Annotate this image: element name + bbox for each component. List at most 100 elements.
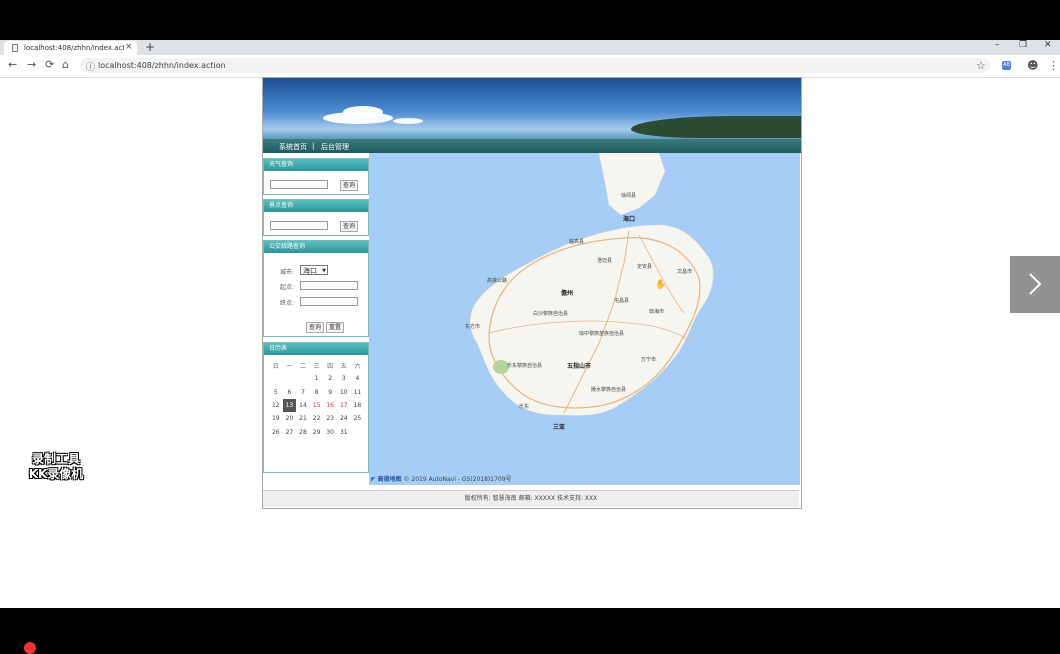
calendar-day[interactable]: 16 xyxy=(323,399,337,412)
calendar-day[interactable]: 26 xyxy=(269,425,283,438)
header-banner: 系统首页 | 后台管理 xyxy=(263,78,801,153)
tab-strip: localhost:408/zhhn/index.action × + – ❐ … xyxy=(0,40,1060,55)
url-text[interactable]: localhost:408/zhhn/index.action xyxy=(98,61,226,70)
scenic-panel: 景点查询 查询 xyxy=(263,199,369,236)
new-tab-button[interactable]: + xyxy=(145,40,155,54)
map-label-qionghai: 琼海市 xyxy=(649,309,665,315)
weather-panel: 天气查询 查询 xyxy=(263,158,369,195)
calendar-day[interactable]: 2 xyxy=(323,372,337,385)
info-icon[interactable]: ⓘ xyxy=(86,60,95,73)
calendar-empty-cell xyxy=(351,425,365,438)
browser-window: localhost:408/zhhn/index.action × + – ❐ … xyxy=(0,40,1060,608)
calendar-day[interactable]: 14 xyxy=(296,399,310,412)
browser-tab[interactable]: localhost:408/zhhn/index.action × xyxy=(4,41,137,55)
calendar-empty-cell xyxy=(269,372,283,385)
address-bar[interactable]: ⓘ localhost:408/zhhn/index.action ☆ xyxy=(80,58,990,73)
calendar-day[interactable]: 18 xyxy=(351,399,365,412)
city-select[interactable]: 海口 ▼ xyxy=(300,265,328,275)
bus-panel: 公交线路查询 城市: 海口 ▼ 起点: 终点: 查询 重置 xyxy=(263,240,369,337)
nav-separator: | xyxy=(312,142,315,150)
calendar-day[interactable]: 11 xyxy=(351,386,365,399)
calendar-day[interactable]: 27 xyxy=(283,425,297,438)
calendar-day[interactable]: 20 xyxy=(283,412,297,425)
weather-input[interactable] xyxy=(270,180,328,189)
map-label-lingao: 临高县 xyxy=(569,239,585,245)
calendar-day[interactable]: 5 xyxy=(269,386,283,399)
end-label: 终点: xyxy=(280,300,295,307)
sidebar: 天气查询 查询 景点查询 查询 公交线路查询 城市: 海口 ▼ 起点: 终点: 查… xyxy=(263,153,369,473)
calendar-day[interactable]: 3 xyxy=(337,372,351,385)
calendar-day[interactable]: 23 xyxy=(323,412,337,425)
calendar-day[interactable]: 4 xyxy=(351,372,365,385)
calendar-day[interactable]: 24 xyxy=(337,412,351,425)
top-nav: 系统首页 | 后台管理 xyxy=(263,139,801,153)
amap-logo-icon: ◤ xyxy=(371,476,376,483)
calendar-day[interactable]: 29 xyxy=(310,425,324,438)
bookmark-star-icon[interactable]: ☆ xyxy=(976,59,986,72)
calendar-week: 5 6 7 8 9 10 11 xyxy=(269,386,364,399)
calendar-empty-cell xyxy=(283,372,297,385)
map-label-dongfang: 东方市 xyxy=(465,324,481,330)
calendar-day[interactable]: 30 xyxy=(323,425,337,438)
map-label-dingan: 定安县 xyxy=(637,264,653,270)
map-view[interactable]: 徐闻县 海口 临高县 澄迈县 定安县 文昌市 高速公路 儋州 屯昌县 白沙黎族自… xyxy=(369,153,800,485)
nav-admin-link[interactable]: 后台管理 xyxy=(321,142,349,152)
weather-query-button[interactable]: 查询 xyxy=(340,180,359,191)
map-label-highway: 高速公路 xyxy=(487,278,508,284)
profile-icon[interactable]: ☻ xyxy=(1027,59,1038,72)
start-input[interactable] xyxy=(300,281,358,290)
browser-toolbar: ← → ⟳ ⌂ ⓘ localhost:408/zhhn/index.actio… xyxy=(0,55,1060,78)
close-window-icon[interactable]: ✕ xyxy=(1044,40,1052,50)
reload-icon[interactable]: ⟳ xyxy=(45,59,54,71)
calendar-day[interactable]: 8 xyxy=(310,386,324,399)
scenic-query-button[interactable]: 查询 xyxy=(340,221,359,232)
calendar-day[interactable]: 13 xyxy=(282,398,297,413)
calendar-day[interactable]: 17 xyxy=(337,399,351,412)
calendar-day[interactable]: 1 xyxy=(310,372,324,385)
calendar-day[interactable]: 19 xyxy=(269,412,283,425)
record-indicator-icon xyxy=(24,642,36,654)
back-icon[interactable]: ← xyxy=(8,59,17,71)
menu-icon[interactable]: ⋮ xyxy=(1048,59,1059,72)
map-copyright: ◤ 高德地图 © 2019 AutoNavi - GS(2018)1709号 xyxy=(371,474,512,483)
calendar-day[interactable]: 15 xyxy=(310,399,324,412)
calendar-day[interactable]: 25 xyxy=(351,412,365,425)
island-silhouette xyxy=(631,116,801,138)
minimize-icon[interactable]: – xyxy=(995,40,1000,50)
bus-query-button[interactable]: 查询 xyxy=(306,322,325,333)
forward-icon[interactable]: → xyxy=(27,59,36,71)
calendar-day[interactable]: 21 xyxy=(296,412,310,425)
kk-watermark: 录制工具 KK录像机 xyxy=(18,452,94,482)
city-select-value: 海口 xyxy=(303,267,317,275)
map-label-qiongzhong: 琼中黎族苗族自治县 xyxy=(579,331,625,337)
calendar-weekday: 六 xyxy=(354,363,361,371)
bus-reset-button[interactable]: 重置 xyxy=(326,322,345,333)
calendar-day[interactable]: 9 xyxy=(323,386,337,399)
extension-icon[interactable]: AB xyxy=(1002,61,1011,70)
home-icon[interactable]: ⌂ xyxy=(62,59,69,71)
map-canvas[interactable] xyxy=(369,153,800,485)
calendar-day[interactable]: 28 xyxy=(296,425,310,438)
hand-cursor-icon: ✋ xyxy=(655,280,667,290)
close-tab-icon[interactable]: × xyxy=(125,42,133,52)
maximize-icon[interactable]: ❐ xyxy=(1019,40,1027,50)
weather-panel-title: 天气查询 xyxy=(264,159,368,171)
leizhou-peninsula xyxy=(598,153,666,216)
map-label-lingshui: 陵水黎族自治县 xyxy=(591,387,627,393)
calendar-weekday: 四 xyxy=(327,363,334,371)
calendar-day[interactable]: 10 xyxy=(337,386,351,399)
calendar-day[interactable]: 12 xyxy=(269,399,283,412)
map-label-haikou: 海口 xyxy=(623,216,636,223)
end-input[interactable] xyxy=(300,297,358,306)
scenic-input[interactable] xyxy=(270,221,328,230)
nav-home-link[interactable]: 系统首页 xyxy=(279,142,307,152)
calendar-day[interactable]: 6 xyxy=(283,386,297,399)
web-page: 系统首页 | 后台管理 天气查询 查询 景点查询 查询 公交线路查询 城市: 海… xyxy=(262,77,802,509)
calendar-day[interactable]: 22 xyxy=(310,412,324,425)
calendar-weekday: 五 xyxy=(340,363,347,371)
calendar-day[interactable]: 7 xyxy=(296,386,310,399)
tab-title: localhost:408/zhhn/index.action xyxy=(24,44,124,52)
next-arrow-button[interactable] xyxy=(1010,256,1060,313)
calendar-day[interactable]: 31 xyxy=(337,425,351,438)
map-label-changjiang: 乐东黎族自治县 xyxy=(507,363,543,369)
